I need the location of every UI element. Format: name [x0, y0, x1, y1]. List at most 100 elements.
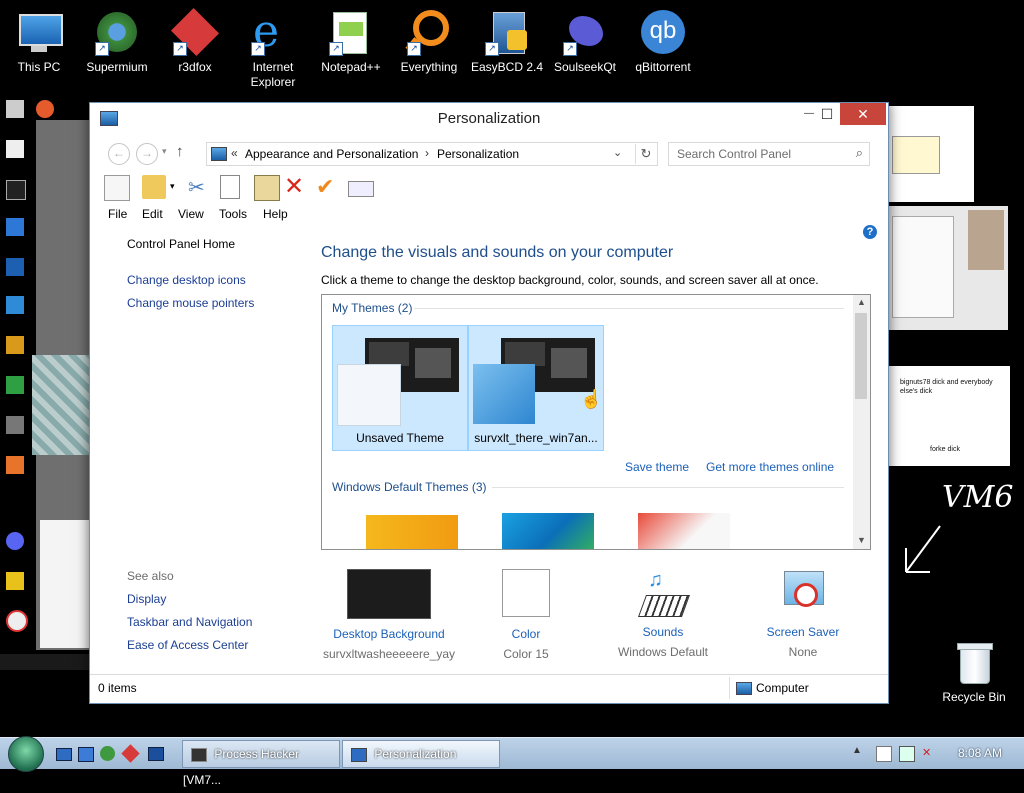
desktop-icon-recycle-bin[interactable]: Recycle Bin	[937, 630, 1011, 705]
cut-icon[interactable]: ✂	[188, 175, 212, 199]
start-button[interactable]	[8, 736, 44, 772]
refresh-icon[interactable]: ↻	[635, 144, 656, 164]
color-item[interactable]: Color Color 15	[486, 569, 566, 661]
taskbar-button-personalization[interactable]: Personalization	[342, 740, 500, 768]
default-theme-preview-3[interactable]	[638, 513, 730, 549]
search-icon[interactable]: ⌕	[856, 145, 863, 161]
taskbar: Process Hacker [VM7... Personalization ▲…	[0, 736, 1024, 787]
menu-help[interactable]: Help	[263, 207, 288, 221]
menu-file[interactable]: File	[108, 207, 127, 221]
desktop-icon-easybcd[interactable]: ↗ EasyBCD 2.4	[470, 0, 544, 75]
desktop-icon-supermium[interactable]: ↗ Supermium	[80, 0, 154, 75]
mini-desktop-icon	[6, 336, 24, 354]
address-box[interactable]: « Appearance and Personalization › Perso…	[206, 142, 658, 166]
back-button[interactable]: ←	[108, 143, 130, 165]
search-input[interactable]: Search Control Panel ⌕	[668, 142, 870, 166]
quicklaunch-desktop-icon[interactable]	[56, 748, 72, 761]
title-bar[interactable]: Personalization — ☐ ✕	[90, 103, 888, 133]
address-bar-row: ← → ▾ ↑ « Appearance and Personalization…	[100, 139, 878, 167]
desktop-icon-internet-explorer[interactable]: e ↗ Internet Explorer	[236, 0, 310, 90]
desktop-icon-notepad-plus-plus[interactable]: ↗ Notepad++	[314, 0, 388, 75]
control-panel-icon	[211, 147, 227, 161]
control-panel-home-link[interactable]: Control Panel Home	[127, 237, 235, 251]
quicklaunch-browser-icon[interactable]	[100, 746, 115, 761]
close-button[interactable]: ✕	[840, 103, 886, 125]
scroll-up-icon[interactable]: ▲	[857, 297, 866, 307]
menu-tools[interactable]: Tools	[219, 207, 247, 221]
checkmark-icon[interactable]: ✔	[316, 175, 340, 199]
paste-icon[interactable]	[254, 175, 280, 201]
screen-saver-icon	[780, 569, 826, 617]
desktop-icon-label: SoulseekQt	[553, 60, 617, 74]
menu-view[interactable]: View	[178, 207, 204, 221]
recent-locations-icon[interactable]: ▾	[162, 146, 167, 157]
default-theme-preview-1[interactable]	[366, 515, 458, 549]
quicklaunch-window-icon[interactable]	[148, 747, 164, 761]
scroll-down-icon[interactable]: ▼	[857, 535, 866, 545]
desktop-icon-this-pc[interactable]: This PC	[2, 0, 76, 75]
shortcut-arrow-icon: ↗	[173, 42, 187, 56]
personalization-window: Personalization — ☐ ✕ ← → ▾ ↑ « Appearan…	[89, 102, 889, 704]
color-label[interactable]: Color	[486, 627, 566, 641]
tray-volume-muted-icon[interactable]: ✕	[922, 746, 936, 760]
sounds-label[interactable]: Sounds	[610, 625, 716, 639]
ease-of-access-link[interactable]: Ease of Access Center	[127, 638, 248, 652]
screen-saver-item[interactable]: Screen Saver None	[758, 569, 848, 659]
desktop-icon-everything[interactable]: ↗ Everything	[392, 0, 466, 75]
default-theme-preview-2[interactable]	[502, 513, 594, 549]
process-hacker-icon	[191, 747, 207, 762]
tray-network-icon[interactable]	[899, 746, 915, 762]
breadcrumb-appearance[interactable]: Appearance and Personalization	[245, 147, 418, 161]
folder-dropdown-icon[interactable]: ▾	[170, 181, 175, 192]
address-dropdown-icon[interactable]: ⌄	[613, 146, 622, 159]
scroll-thumb[interactable]	[855, 313, 867, 399]
taskbar-navigation-link[interactable]: Taskbar and Navigation	[127, 615, 252, 629]
shortcut-arrow-icon: ↗	[251, 42, 265, 56]
theme-tile-survxlt[interactable]: survxlt_there_win7an...	[468, 325, 604, 451]
breadcrumb-personalization[interactable]: Personalization	[437, 147, 519, 161]
desktop-background-label[interactable]: Desktop Background	[321, 627, 457, 641]
page-subheading: Click a theme to change the desktop back…	[321, 273, 819, 287]
copy-icon[interactable]	[220, 175, 240, 199]
help-icon[interactable]: ?	[863, 225, 877, 239]
default-themes-heading[interactable]: Windows Default Themes (3)	[332, 480, 487, 494]
themes-scrollbar[interactable]: ▲ ▼	[853, 295, 870, 549]
properties-icon[interactable]	[348, 181, 374, 197]
desktop-background-item[interactable]: Desktop Background survxltwasheeeeere_ya…	[321, 569, 457, 661]
mini-desktop-icon	[6, 532, 24, 550]
desktop-icon-soulseekqt[interactable]: ↗ SoulseekQt	[548, 0, 622, 75]
folder-icon[interactable]	[142, 175, 166, 199]
layout-icon[interactable]	[104, 175, 130, 201]
forward-button[interactable]: →	[136, 143, 158, 165]
breadcrumb-separator[interactable]: ›	[425, 146, 429, 160]
delete-icon[interactable]: ✕	[284, 175, 308, 199]
maximize-button[interactable]: ☐	[813, 103, 841, 125]
desktop-icon-label: Supermium	[86, 60, 148, 74]
theme-tile-unsaved[interactable]: Unsaved Theme	[332, 325, 468, 451]
address-chevrons[interactable]: «	[231, 146, 238, 160]
color-value: Color 15	[503, 647, 549, 661]
get-more-themes-link[interactable]: Get more themes online	[706, 460, 834, 474]
save-theme-link[interactable]: Save theme	[625, 460, 689, 474]
desktop-icon-qbittorrent[interactable]: qb qBittorrent	[626, 0, 700, 75]
change-mouse-pointers-link[interactable]: Change mouse pointers	[127, 296, 254, 310]
taskbar-button-process-hacker[interactable]: Process Hacker [VM7...	[182, 740, 340, 787]
desktop-icon-label: qBittorrent	[635, 60, 691, 74]
themes-list[interactable]: My Themes (2) Unsaved Theme survxlt_ther…	[321, 294, 871, 550]
screen-saver-label[interactable]: Screen Saver	[758, 625, 848, 639]
sounds-item[interactable]: ♫ Sounds Windows Default	[610, 569, 716, 659]
clock[interactable]: 8:08 AM	[958, 746, 1002, 760]
soulseekqt-icon: ↗	[561, 8, 609, 56]
display-link[interactable]: Display	[127, 592, 166, 606]
tray-overflow-icon[interactable]: ▲	[852, 745, 862, 756]
quicklaunch-fox-icon[interactable]	[121, 744, 140, 763]
menu-edit[interactable]: Edit	[142, 207, 163, 221]
status-zone: Computer	[756, 681, 809, 695]
wallpaper-fragment-right-collage	[888, 206, 1008, 330]
tray-action-center-icon[interactable]	[876, 746, 892, 762]
change-desktop-icons-link[interactable]: Change desktop icons	[127, 273, 246, 287]
up-button[interactable]: ↑	[176, 143, 184, 160]
my-themes-heading[interactable]: My Themes (2)	[332, 301, 412, 315]
desktop-icon-r3dfox[interactable]: ↗ r3dfox	[158, 0, 232, 75]
quicklaunch-explorer-icon[interactable]	[78, 747, 94, 762]
